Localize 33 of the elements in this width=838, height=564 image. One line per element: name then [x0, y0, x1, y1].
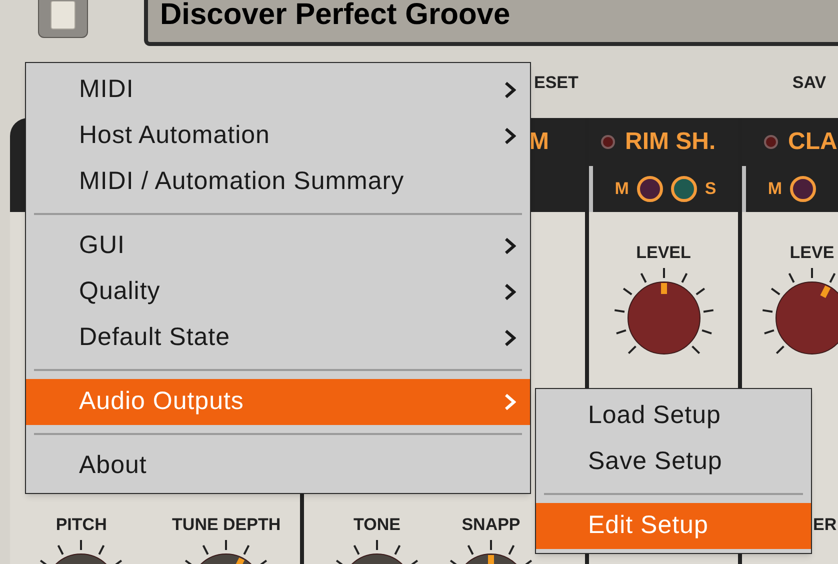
menu-button[interactable] [38, 0, 88, 38]
menu-item[interactable]: GUI [26, 223, 530, 269]
menu-item[interactable]: Quality [26, 269, 530, 315]
channel-name: CLA [788, 127, 838, 157]
knob-label: LEVEL [636, 242, 691, 264]
mute-toggle[interactable] [636, 176, 663, 202]
led-icon [601, 135, 615, 149]
channel-name: M [529, 127, 549, 157]
toggle-label: S [704, 178, 716, 200]
mute-toggle[interactable] [790, 176, 816, 202]
channel-name: RIM SH. [625, 127, 716, 157]
panel-icon [49, 1, 77, 31]
menu-item[interactable]: Load Setup [536, 393, 811, 439]
toggle-label: M [614, 178, 629, 200]
menu-item[interactable]: MIDI [26, 67, 530, 113]
led-icon [764, 135, 778, 149]
preset-action-button[interactable]: SAV [792, 70, 826, 96]
menu-item[interactable]: Save Setup [536, 439, 811, 485]
menu-item[interactable]: Host Automation [26, 113, 530, 159]
knob-label: LEVE [790, 242, 834, 264]
menu-item[interactable]: Default State [26, 315, 530, 361]
toggle-label: M [768, 178, 782, 200]
knob-label: ER [813, 514, 837, 536]
menu-item[interactable]: About [26, 443, 530, 489]
knob-label: TONE [354, 514, 400, 536]
solo-toggle[interactable] [670, 176, 697, 202]
knob-label: SNAPP [462, 514, 520, 536]
preset-name-field[interactable]: Discover Perfect Groove [144, 0, 838, 46]
preset-title: Discover Perfect Groove [160, 0, 510, 30]
knob-label: PITCH [56, 514, 107, 536]
knob-label: TUNE DEPTH [172, 514, 281, 536]
menu-item[interactable]: MIDI / Automation Summary [26, 159, 530, 205]
preset-action-button[interactable]: ESET [534, 70, 578, 96]
